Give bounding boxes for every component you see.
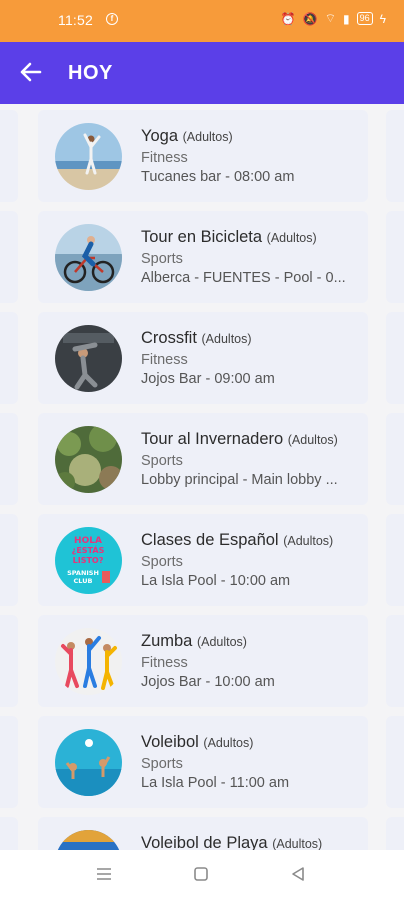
page-title: HOY bbox=[68, 62, 113, 84]
wifi-icon: ⌔ bbox=[324, 11, 337, 25]
activity-location-time: Lobby principal - Main lobby ... bbox=[141, 472, 338, 488]
back-arrow-icon[interactable] bbox=[16, 56, 44, 88]
activity-location-time: Alberca - FUENTES - Pool - 0... bbox=[141, 270, 346, 286]
status-icons: ⏰ 🔕 ⌔ ▮ 96 ϟ bbox=[281, 11, 386, 26]
activity-location-time: La Isla Pool - 10:00 am bbox=[141, 573, 291, 589]
cyclist-photo bbox=[55, 224, 122, 291]
activity-card[interactable]: Tour al Invernadero (Adultos) Sports Lob… bbox=[38, 413, 368, 505]
activity-name: Yoga bbox=[141, 127, 179, 145]
activity-card[interactable]: Voleibol de Playa (Adultos) bbox=[38, 817, 368, 850]
badge-line-4: SPANISH bbox=[67, 569, 99, 577]
system-nav-bar bbox=[0, 850, 404, 900]
alarm-icon: ⏰ bbox=[280, 11, 296, 26]
activity-card[interactable]: Voleibol (Adultos) Sports La Isla Pool -… bbox=[38, 716, 368, 808]
activity-category: Fitness bbox=[141, 352, 188, 368]
activity-card[interactable]: HOLA ¿ESTÁS LISTO? SPANISH CLUB Clases d… bbox=[38, 514, 368, 606]
status-bar: 11:52 f ⏰ 🔕 ⌔ ▮ 96 ϟ bbox=[0, 0, 404, 42]
signal-icon: ▮ bbox=[343, 11, 350, 26]
activity-audience: (Adultos) bbox=[287, 433, 338, 447]
activity-location-time: La Isla Pool - 11:00 am bbox=[141, 775, 290, 791]
activity-name: Crossfit bbox=[141, 329, 197, 347]
activity-name: Zumba bbox=[141, 632, 193, 650]
badge-line-3: LISTO? bbox=[73, 556, 104, 565]
status-time: 11:52 bbox=[58, 12, 93, 28]
activity-category: Fitness bbox=[141, 655, 188, 671]
badge-line-1: HOLA bbox=[74, 536, 102, 546]
activity-audience: (Adultos) bbox=[201, 332, 252, 346]
activity-category: Fitness bbox=[141, 150, 188, 166]
activity-location-time: Tucanes bar - 08:00 am bbox=[141, 169, 295, 185]
zumba-photo bbox=[55, 628, 122, 695]
activity-location-time: Jojos Bar - 10:00 am bbox=[141, 674, 275, 690]
badge-line-5: CLUB bbox=[74, 577, 93, 585]
mute-icon: 🔕 bbox=[302, 11, 318, 26]
activity-category: Sports bbox=[141, 554, 183, 570]
next-page-peek[interactable] bbox=[386, 104, 404, 850]
activity-audience: (Adultos) bbox=[283, 534, 334, 548]
badge-line-2: ¿ESTÁS bbox=[72, 544, 105, 555]
activity-card[interactable]: Yoga (Adultos) Fitness Tucanes bar - 08:… bbox=[38, 110, 368, 202]
activity-name: Voleibol bbox=[141, 733, 199, 751]
activity-name: Voleibol de Playa bbox=[141, 834, 268, 850]
notification-icon: f bbox=[106, 13, 118, 25]
activity-card[interactable]: Crossfit (Adultos) Fitness Jojos Bar - 0… bbox=[38, 312, 368, 404]
battery-level: 96 bbox=[359, 13, 370, 23]
menu-icon[interactable] bbox=[94, 864, 114, 884]
greenhouse-photo bbox=[55, 426, 122, 493]
activity-category: Sports bbox=[141, 453, 183, 469]
battery-icon: 96 bbox=[356, 12, 373, 25]
pool-volleyball-photo bbox=[55, 729, 122, 796]
activity-category: Sports bbox=[141, 756, 183, 772]
previous-page-peek[interactable] bbox=[0, 104, 18, 850]
app-bar: HOY bbox=[0, 42, 404, 104]
activity-audience: (Adultos) bbox=[196, 635, 247, 649]
activity-list: Yoga (Adultos) Fitness Tucanes bar - 08:… bbox=[38, 110, 368, 850]
home-square-icon[interactable] bbox=[191, 864, 211, 884]
beach-volleyball-photo bbox=[55, 830, 122, 850]
activity-location-time: Jojos Bar - 09:00 am bbox=[141, 371, 275, 387]
activity-pager[interactable]: Yoga (Adultos) Fitness Tucanes bar - 08:… bbox=[0, 104, 404, 850]
activity-audience: (Adultos) bbox=[203, 736, 254, 750]
activity-category: Sports bbox=[141, 251, 183, 267]
activity-audience: (Adultos) bbox=[272, 837, 323, 850]
activity-name: Tour en Bicicleta bbox=[141, 228, 263, 246]
activity-card[interactable]: Zumba (Adultos) Fitness Jojos Bar - 10:0… bbox=[38, 615, 368, 707]
spanish-club-badge: HOLA ¿ESTÁS LISTO? SPANISH CLUB bbox=[55, 527, 122, 594]
activity-name: Tour al Invernadero bbox=[141, 430, 284, 448]
activity-audience: (Adultos) bbox=[266, 231, 317, 245]
yoga-photo bbox=[55, 123, 122, 190]
crossfit-photo bbox=[55, 325, 122, 392]
charging-icon: ϟ bbox=[379, 11, 386, 26]
activity-name: Clases de Español bbox=[141, 531, 279, 549]
back-triangle-icon[interactable] bbox=[288, 864, 308, 884]
activity-audience: (Adultos) bbox=[182, 130, 233, 144]
activity-card[interactable]: Tour en Bicicleta (Adultos) Sports Alber… bbox=[38, 211, 368, 303]
